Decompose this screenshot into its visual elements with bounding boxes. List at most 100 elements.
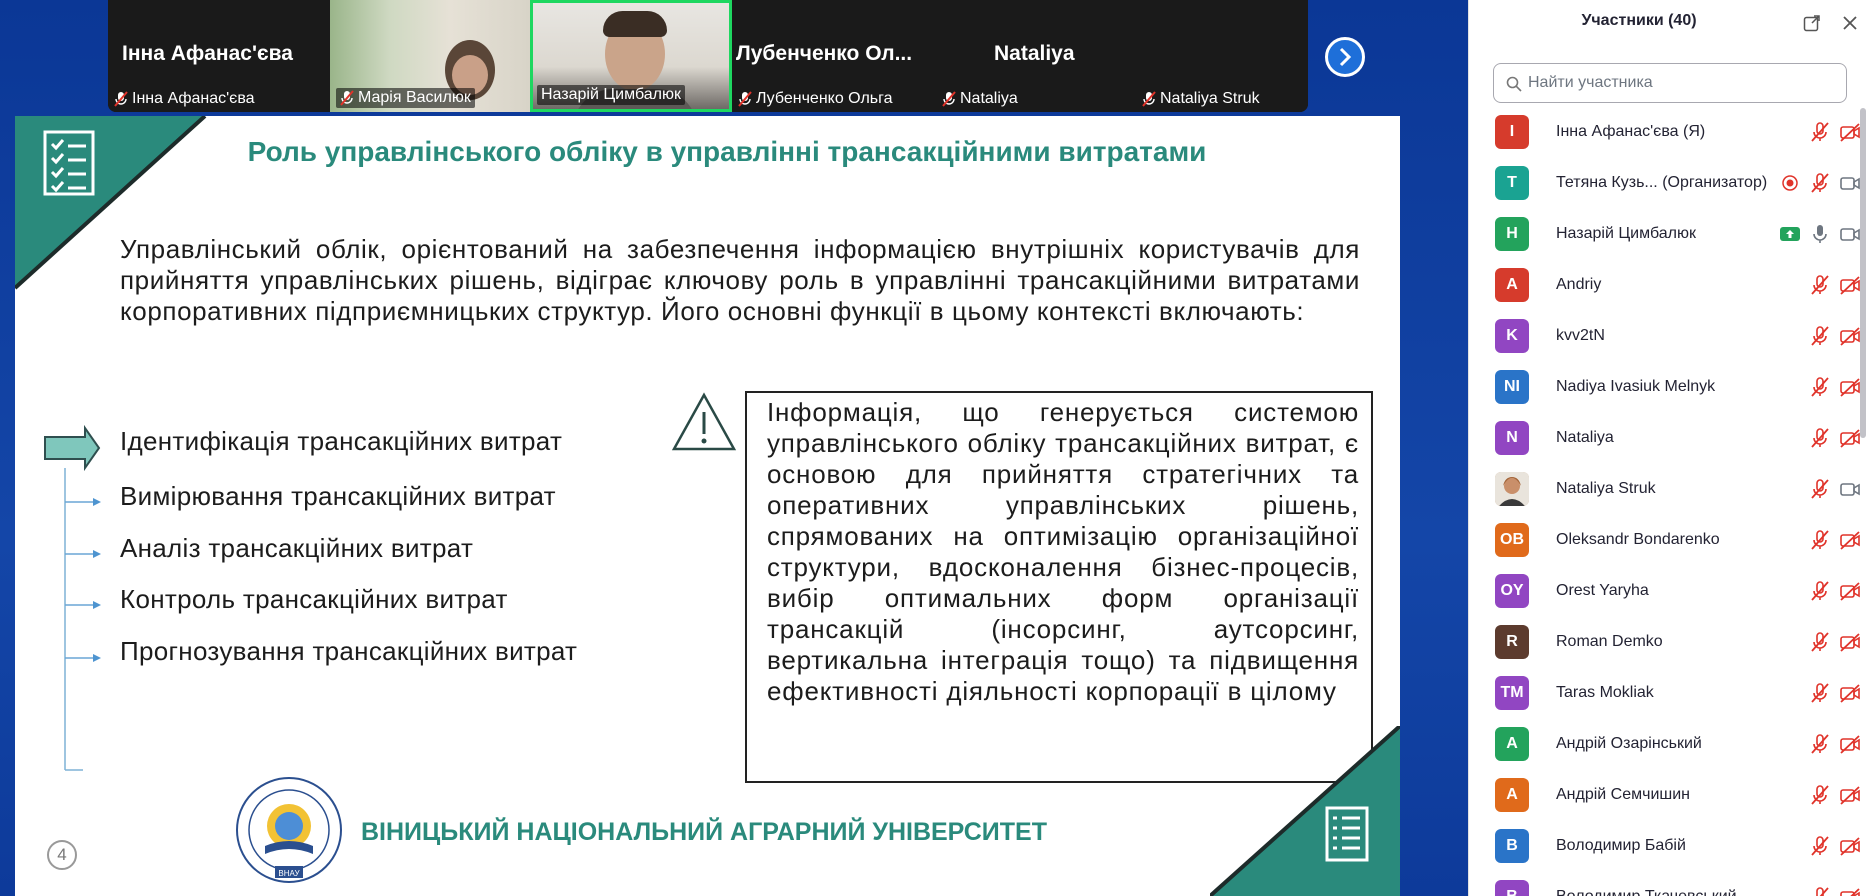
video-off-icon[interactable] bbox=[1839, 784, 1861, 806]
video-tile-lubenchenko[interactable]: Лубенченко Ол... Лубенченко Ольга bbox=[732, 0, 936, 112]
mic-muted-icon[interactable] bbox=[1809, 886, 1831, 896]
tile-name-label: Лубенченко Ольга bbox=[738, 90, 893, 108]
video-tile-nataliya[interactable]: Nataliya Nataliya bbox=[936, 0, 1136, 112]
participant-status-icons bbox=[1809, 529, 1861, 551]
tile-label-text: Лубенченко Ольга bbox=[756, 90, 893, 107]
participant-row[interactable]: T Тетяна Кузь... (Организатор) bbox=[1493, 163, 1863, 203]
video-off-icon[interactable] bbox=[1839, 631, 1861, 653]
mic-muted-icon[interactable] bbox=[1809, 529, 1831, 551]
avatar: H bbox=[1495, 217, 1529, 251]
video-off-icon[interactable] bbox=[1839, 529, 1861, 551]
next-page-button[interactable] bbox=[1325, 37, 1365, 77]
participant-row[interactable]: B Володимир Бабій bbox=[1493, 826, 1863, 866]
avatar: N bbox=[1495, 421, 1529, 455]
recording-icon bbox=[1782, 175, 1798, 191]
video-off-icon[interactable] bbox=[1839, 325, 1861, 347]
participant-row[interactable]: Kkvv2tN bbox=[1493, 316, 1863, 356]
participant-row[interactable]: NI Nadiya Ivasiuk Melnyk bbox=[1493, 367, 1863, 407]
participant-status-icons bbox=[1809, 478, 1861, 500]
avatar: K bbox=[1495, 319, 1529, 353]
tile-name-label: Інна Афанас'єва bbox=[114, 90, 255, 108]
mic-muted-icon[interactable] bbox=[1809, 325, 1831, 347]
video-off-icon[interactable] bbox=[1839, 427, 1861, 449]
mic-muted-icon[interactable] bbox=[1809, 376, 1831, 398]
participant-row[interactable]: OY Orest Yaryha bbox=[1493, 571, 1863, 611]
mic-muted-icon[interactable] bbox=[1809, 733, 1831, 755]
video-icon[interactable] bbox=[1839, 223, 1861, 245]
info-box: Інформація, що генерується системою упра… bbox=[745, 391, 1373, 783]
mic-muted-icon[interactable] bbox=[1809, 172, 1831, 194]
avatar: OY bbox=[1495, 574, 1529, 608]
function-item: Контроль трансакційних витрат bbox=[120, 584, 508, 614]
participant-row[interactable]: A Андрій Озарінський bbox=[1493, 724, 1863, 764]
close-icon[interactable] bbox=[1841, 14, 1859, 32]
mic-muted-icon[interactable] bbox=[1809, 274, 1831, 296]
video-off-icon[interactable] bbox=[1839, 580, 1861, 602]
page-number: 4 bbox=[47, 840, 77, 870]
mic-muted-icon[interactable] bbox=[1809, 682, 1831, 704]
participant-name: Тетяна Кузь... (Организатор) bbox=[1556, 174, 1768, 191]
participant-row[interactable]: I Інна Афанас'єва (Я) bbox=[1493, 112, 1863, 152]
participant-name: Інна Афанас'єва (Я) bbox=[1556, 123, 1706, 140]
mic-muted-icon[interactable] bbox=[1809, 580, 1831, 602]
video-icon[interactable] bbox=[1839, 172, 1861, 194]
mic-muted-icon[interactable] bbox=[1809, 121, 1831, 143]
participant-status-icons bbox=[1809, 121, 1861, 143]
video-off-icon[interactable] bbox=[1839, 376, 1861, 398]
video-off-icon[interactable] bbox=[1839, 682, 1861, 704]
participant-row[interactable]: Nataliya Struk bbox=[1493, 469, 1863, 509]
video-off-icon[interactable] bbox=[1839, 835, 1861, 857]
participant-row[interactable]: N Nataliya bbox=[1493, 418, 1863, 458]
tile-display-name: Nataliya bbox=[994, 42, 1075, 65]
participant-status-icons bbox=[1809, 733, 1861, 755]
meeting-stage: Інна Афанас'єва Інна Афанас'єва Марія Ва… bbox=[0, 0, 1468, 896]
participant-row[interactable]: B Володимир Ткачевський bbox=[1493, 877, 1863, 896]
mic-muted-icon[interactable] bbox=[1809, 631, 1831, 653]
participant-name: kvv2tN bbox=[1556, 327, 1605, 344]
participant-name: Nataliya Struk bbox=[1556, 480, 1656, 497]
tile-label-text: Nataliya bbox=[960, 90, 1018, 107]
mic-muted-icon[interactable] bbox=[1809, 784, 1831, 806]
video-tile-maria[interactable]: Марія Василюк bbox=[330, 0, 530, 112]
participant-row[interactable]: OB Oleksandr Bondarenko bbox=[1493, 520, 1863, 560]
function-item: Аналіз трансакційних витрат bbox=[120, 533, 474, 563]
participant-status-icons bbox=[1809, 784, 1861, 806]
avatar: A bbox=[1495, 778, 1529, 812]
search-input[interactable] bbox=[1528, 72, 1828, 94]
participant-row[interactable]: A Andriy bbox=[1493, 265, 1863, 305]
video-icon[interactable] bbox=[1839, 478, 1861, 500]
search-box[interactable] bbox=[1493, 63, 1847, 103]
scrollbar[interactable] bbox=[1860, 108, 1866, 438]
mic-muted-icon[interactable] bbox=[1809, 427, 1831, 449]
mic-muted-icon bbox=[114, 91, 128, 107]
warning-icon bbox=[671, 392, 737, 451]
mic-muted-icon bbox=[340, 90, 354, 106]
video-off-icon[interactable] bbox=[1839, 121, 1861, 143]
university-logo: ВНАУ bbox=[236, 777, 342, 883]
video-off-icon[interactable] bbox=[1839, 733, 1861, 755]
mic-muted-icon bbox=[1142, 91, 1156, 107]
participant-row[interactable]: TM Taras Mokliak bbox=[1493, 673, 1863, 713]
avatar: I bbox=[1495, 115, 1529, 149]
mic-muted-icon[interactable] bbox=[1809, 835, 1831, 857]
participant-row[interactable]: R Roman Demko bbox=[1493, 622, 1863, 662]
participant-row[interactable]: A Андрій Семчишин bbox=[1493, 775, 1863, 815]
video-off-icon[interactable] bbox=[1839, 886, 1861, 896]
avatar: TM bbox=[1495, 676, 1529, 710]
mic-muted-icon[interactable] bbox=[1809, 478, 1831, 500]
video-tile-struk[interactable]: Nataliya Struk bbox=[1136, 0, 1308, 112]
mic-muted-icon bbox=[942, 91, 956, 107]
participant-name: Taras Mokliak bbox=[1556, 684, 1654, 701]
video-off-icon[interactable] bbox=[1839, 274, 1861, 296]
popout-icon[interactable] bbox=[1803, 14, 1821, 32]
mic-icon[interactable] bbox=[1809, 223, 1831, 245]
checklist-icon bbox=[1325, 806, 1369, 862]
avatar: B bbox=[1495, 880, 1529, 896]
participant-status-icons bbox=[1779, 172, 1861, 194]
video-tile-inna[interactable]: Інна Афанас'єва Інна Афанас'єва bbox=[108, 0, 330, 112]
participant-name: Roman Demko bbox=[1556, 633, 1663, 650]
participant-row[interactable]: H Назарій Цимбалюк bbox=[1493, 214, 1863, 254]
participant-status-icons bbox=[1809, 325, 1861, 347]
avatar: OB bbox=[1495, 523, 1529, 557]
video-tile-nazariy-active-speaker[interactable]: Назарій Цимбалюк bbox=[530, 0, 732, 112]
